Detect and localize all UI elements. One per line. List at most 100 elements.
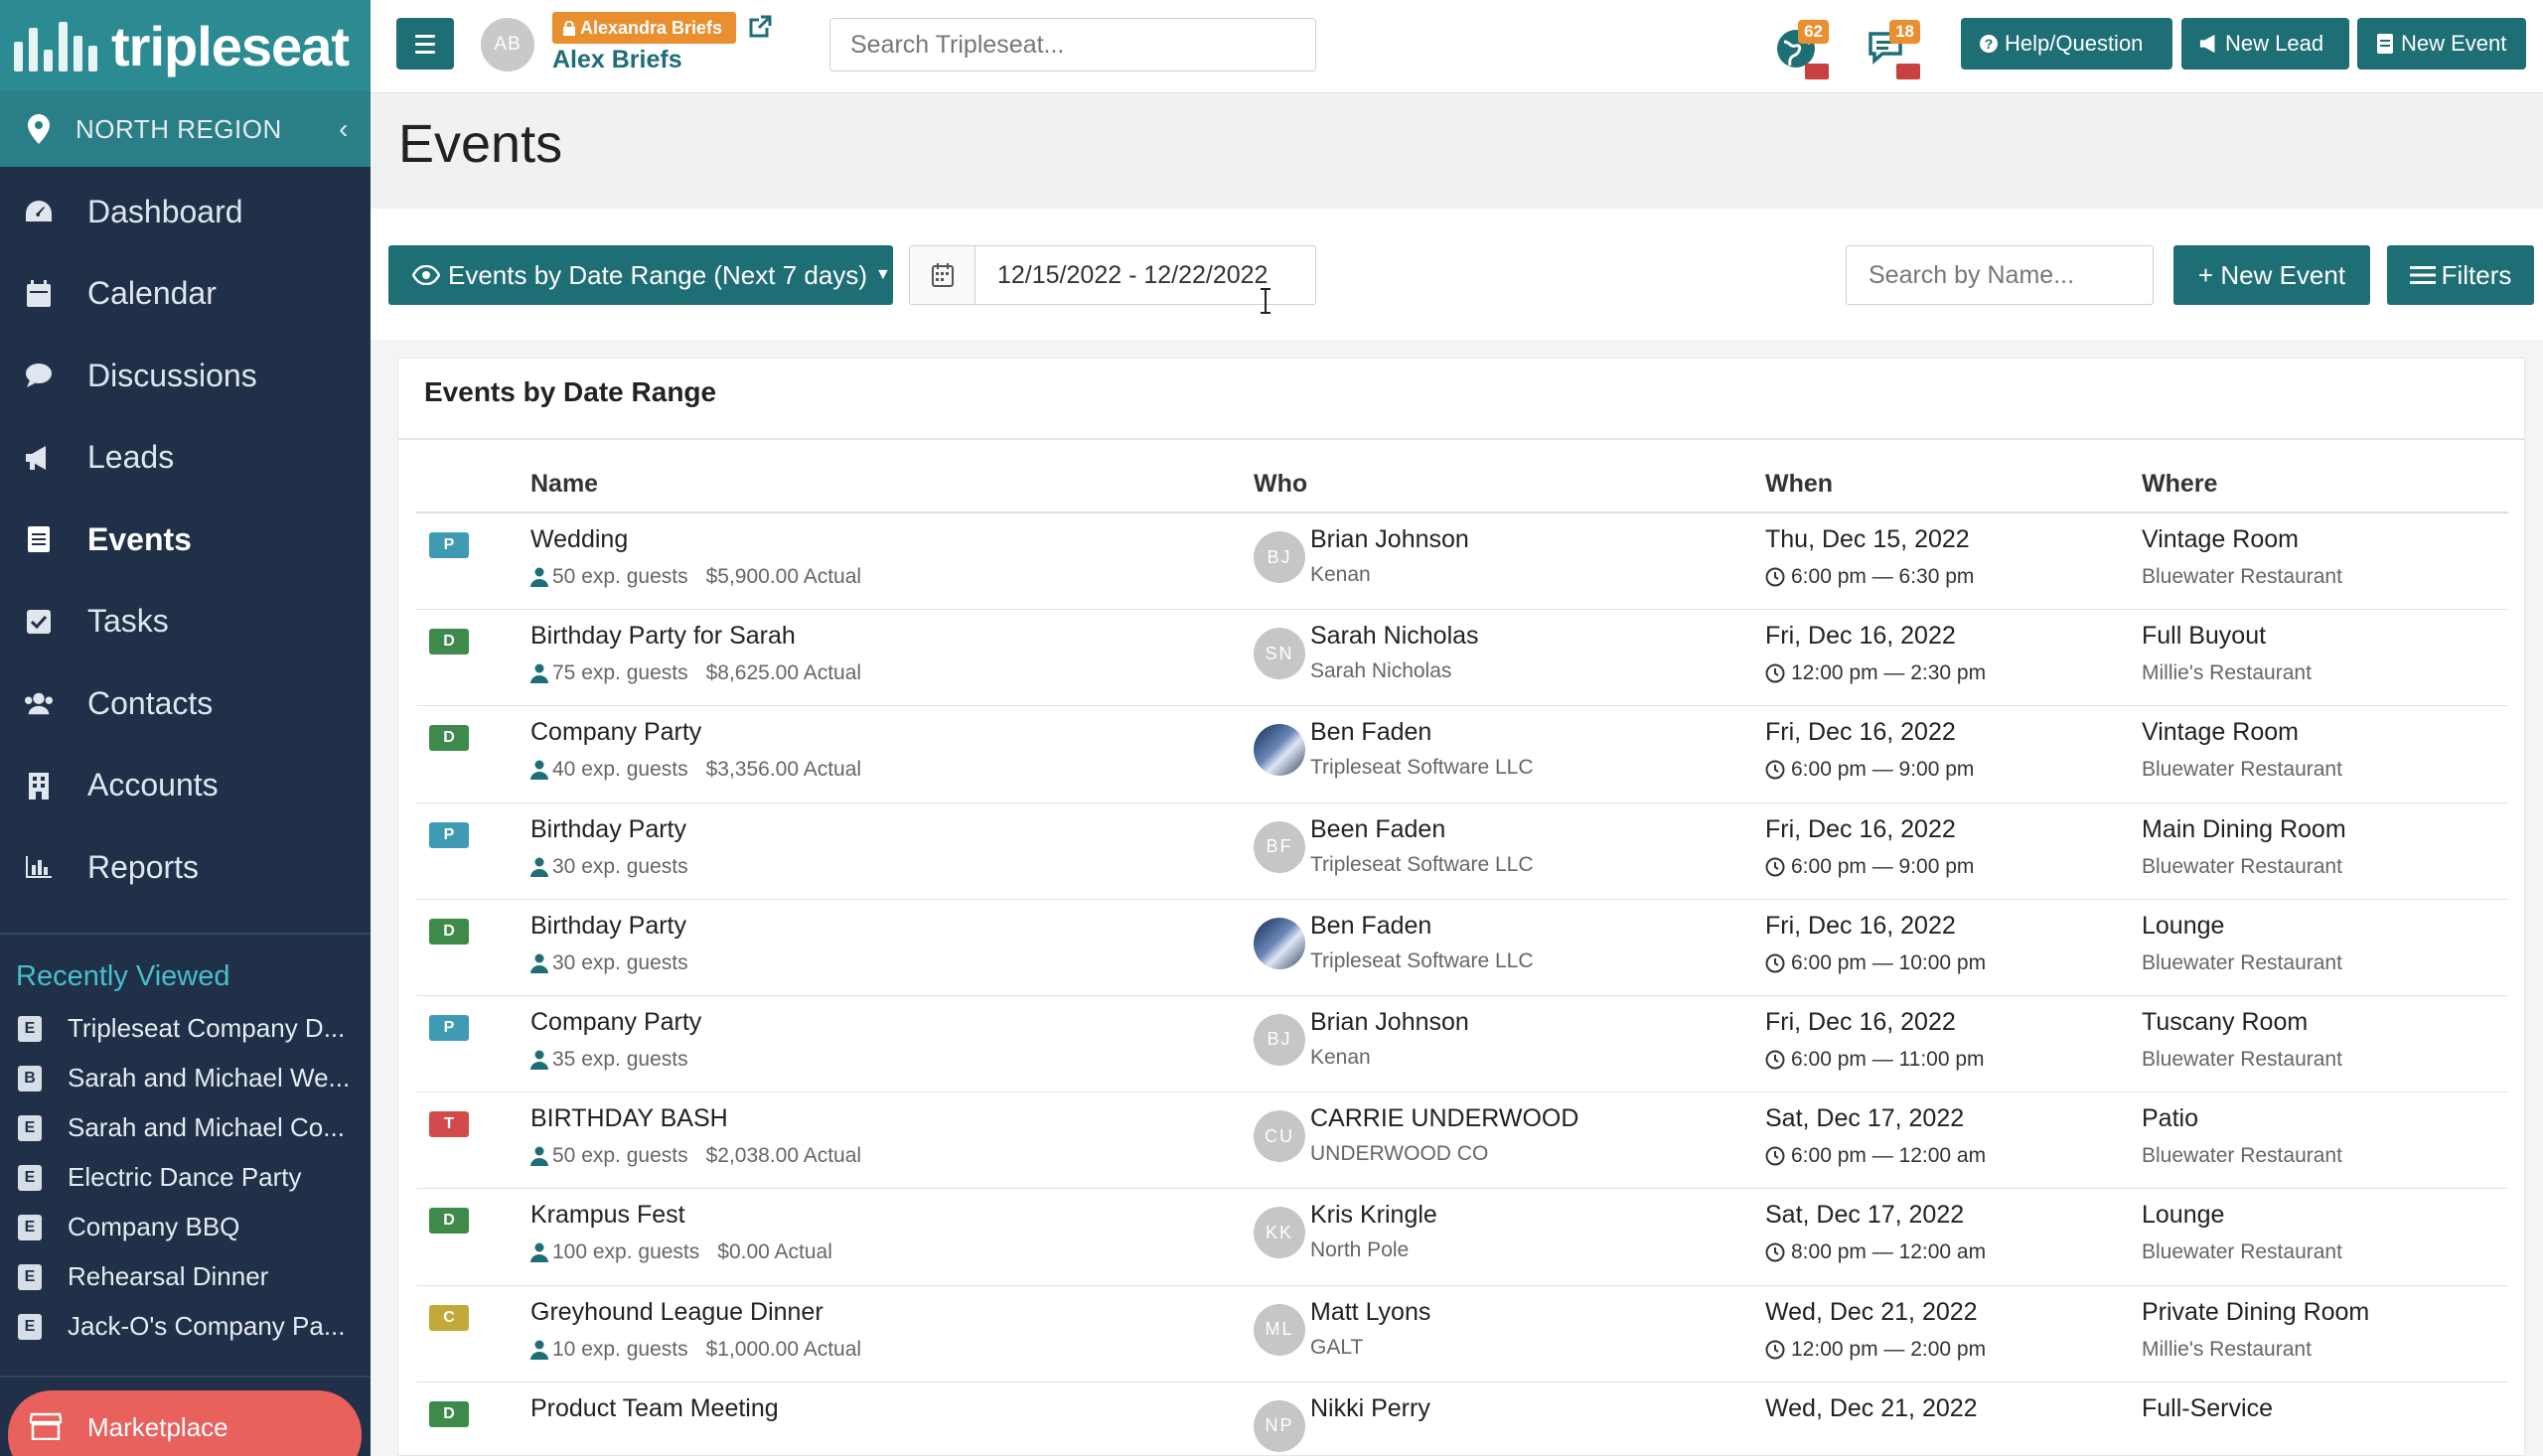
region-selector[interactable]: NORTH REGION ‹	[0, 91, 371, 167]
chat-notifications[interactable]: 18	[1867, 20, 1920, 79]
contact-name-link[interactable]: Ben Faden	[1310, 912, 1431, 941]
event-name-link[interactable]: Birthday Party	[530, 815, 686, 844]
nav-item-events[interactable]: Events	[0, 499, 371, 581]
contact-avatar[interactable]: KK	[1254, 1207, 1305, 1259]
expected-guests: 100 exp. guests	[552, 1240, 700, 1264]
table-row[interactable]: P Birthday Party 30 exp. guests BF Been Fade…	[416, 803, 2508, 900]
recent-item[interactable]: E Tripleseat Company D...	[0, 1004, 371, 1054]
recent-item[interactable]: B Sarah and Michael We...	[0, 1054, 371, 1103]
event-name-link[interactable]: Company Party	[530, 718, 701, 747]
contact-avatar[interactable]: BF	[1254, 820, 1305, 873]
recent-item[interactable]: E Sarah and Michael Co...	[0, 1103, 371, 1153]
contact-name-link[interactable]: Sarah Nicholas	[1310, 622, 1479, 651]
nav-item-discussions[interactable]: Discussions	[0, 335, 371, 417]
table-row[interactable]: D Product Team Meeting NP Nikki Perry Wed, D…	[416, 1383, 2508, 1456]
event-name-link[interactable]: Product Team Meeting	[530, 1394, 779, 1423]
contact-photo-avatar[interactable]	[1254, 724, 1305, 777]
event-name-link[interactable]: BIRTHDAY BASH	[530, 1104, 728, 1133]
calendar-icon[interactable]	[910, 246, 975, 304]
contact-name-link[interactable]: Matt Lyons	[1310, 1298, 1430, 1327]
search-by-name-input[interactable]	[1846, 245, 2154, 305]
event-name-link[interactable]: Greyhound League Dinner	[530, 1298, 823, 1327]
nav-item-dashboard[interactable]: Dashboard	[0, 171, 371, 253]
event-time: 12:00 pm — 2:00 pm	[1765, 1338, 1986, 1362]
chevron-left-icon[interactable]: ‹	[339, 113, 349, 145]
event-name-link[interactable]: Wedding	[530, 525, 628, 554]
contact-avatar[interactable]: ML	[1254, 1303, 1305, 1356]
event-room: Full Buyout	[2142, 622, 2267, 651]
contact-name-link[interactable]: Nikki Perry	[1310, 1394, 1430, 1423]
nav-item-reports[interactable]: Reports	[0, 826, 371, 909]
user-name[interactable]: Alex Briefs	[552, 46, 682, 74]
event-venue: Bluewater Restaurant	[2142, 1144, 2342, 1168]
event-name-link[interactable]: Birthday Party	[530, 912, 686, 941]
contact-name-link[interactable]: Brian Johnson	[1310, 1008, 1469, 1037]
recent-item[interactable]: E Company BBQ	[0, 1203, 371, 1252]
event-room: Full-Service	[2142, 1393, 2273, 1422]
table-row[interactable]: P Company Party 35 exp. guests BJ Brian John…	[416, 996, 2508, 1093]
contact-name-link[interactable]: CARRIE UNDERWOOD	[1310, 1104, 1578, 1133]
column-header-name[interactable]: Name	[530, 470, 598, 499]
event-name-link[interactable]: Krampus Fest	[530, 1201, 685, 1230]
nav-item-tasks[interactable]: Tasks	[0, 581, 371, 663]
contact-name-link[interactable]: Kris Kringle	[1310, 1201, 1437, 1230]
table-row[interactable]: D Company Party 40 exp. guests $3,356.00 Ac…	[416, 706, 2508, 803]
contact-account: Tripleseat Software LLC	[1310, 852, 1534, 876]
contact-avatar[interactable]: NP	[1254, 1399, 1305, 1452]
help-question-button[interactable]: ? Help/Question	[1961, 18, 2172, 70]
view-selector-label: Events by Date Range (Next 7 days)	[448, 259, 867, 290]
table-row[interactable]: D Birthday Party 30 exp. guests Ben Faden Tr…	[416, 900, 2508, 996]
contact-name-link[interactable]: Ben Faden	[1310, 718, 1431, 747]
table-row[interactable]: C Greyhound League Dinner 10 exp. guests $1…	[416, 1286, 2508, 1383]
contact-name-link[interactable]: Been Faden	[1310, 815, 1445, 844]
contact-photo-avatar[interactable]	[1254, 917, 1305, 969]
status-badge: D	[429, 629, 469, 655]
date-range-picker[interactable]: 12/15/2022 - 12/22/2022	[909, 245, 1316, 305]
impersonation-badge[interactable]: Alexandra Briefs	[552, 12, 737, 44]
menu-toggle-button[interactable]	[396, 18, 454, 70]
recent-item[interactable]: E Rehearsal Dinner	[0, 1252, 371, 1302]
recent-item[interactable]: E Electric Dance Party	[0, 1153, 371, 1203]
view-selector-dropdown[interactable]: Events by Date Range (Next 7 days) ▼	[388, 245, 893, 305]
contact-avatar[interactable]: BJ	[1254, 531, 1305, 583]
contact-account: Kenan	[1310, 563, 1371, 586]
nav-label: Events	[87, 520, 192, 557]
contact-name-link[interactable]: Brian Johnson	[1310, 525, 1469, 554]
event-name-link[interactable]: Birthday Party for Sarah	[530, 622, 796, 651]
brand-logo[interactable]: tripleseat	[0, 0, 371, 91]
new-event-button[interactable]: + New Event	[2173, 245, 2370, 305]
column-header-when[interactable]: When	[1765, 470, 1833, 499]
global-search-input[interactable]	[829, 18, 1316, 72]
user-avatar[interactable]: AB	[481, 18, 534, 72]
filters-button[interactable]: Filters	[2387, 245, 2534, 305]
event-time: 6:00 pm — 12:00 am	[1765, 1144, 1986, 1168]
contact-avatar[interactable]: BJ	[1254, 1013, 1305, 1066]
nav-item-leads[interactable]: Leads	[0, 417, 371, 500]
marketplace-button[interactable]: Marketplace	[8, 1390, 362, 1456]
table-row[interactable]: D Birthday Party for Sarah 75 exp. guests $…	[416, 610, 2508, 707]
event-name-link[interactable]: Company Party	[530, 1008, 701, 1037]
globe-notifications[interactable]: 62	[1775, 20, 1829, 79]
new-event-top-button[interactable]: New Event	[2357, 18, 2526, 70]
expected-guests: 50 exp. guests	[552, 1144, 688, 1168]
nav-label: Leads	[87, 439, 175, 476]
table-row[interactable]: T BIRTHDAY BASH 50 exp. guests $2,038.00 Ac…	[416, 1092, 2508, 1190]
contact-avatar[interactable]: CU	[1254, 1110, 1305, 1163]
new-lead-button[interactable]: New Lead	[2181, 18, 2349, 70]
nav-item-accounts[interactable]: Accounts	[0, 745, 371, 827]
date-range-value[interactable]: 12/15/2022 - 12/22/2022	[975, 261, 1268, 290]
nav-item-contacts[interactable]: Contacts	[0, 662, 371, 745]
help-label: Help/Question	[2005, 31, 2144, 56]
record-type-badge: E	[18, 1114, 42, 1141]
table-row[interactable]: P Wedding 50 exp. guests $5,900.00 Actual BJ…	[416, 513, 2508, 611]
person-icon	[530, 567, 548, 587]
table-row[interactable]: D Krampus Fest 100 exp. guests $0.00 Actual…	[416, 1189, 2508, 1286]
recent-item[interactable]: E Jack-O's Company Pa...	[0, 1302, 371, 1352]
external-link-icon[interactable]	[747, 14, 773, 40]
event-amount: $3,356.00 Actual	[705, 758, 862, 782]
nav-item-calendar[interactable]: Calendar	[0, 253, 371, 336]
event-venue: Bluewater Restaurant	[2142, 1240, 2342, 1264]
contact-avatar[interactable]: SN	[1254, 628, 1305, 680]
column-header-who[interactable]: Who	[1254, 470, 1307, 499]
column-header-where[interactable]: Where	[2142, 470, 2217, 499]
